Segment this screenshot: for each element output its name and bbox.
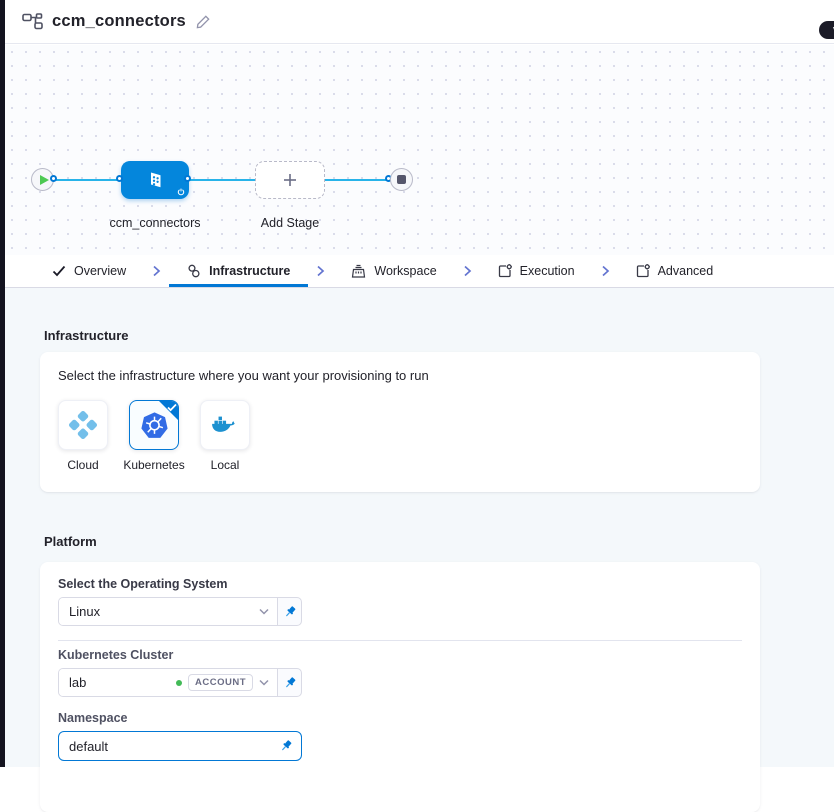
os-select[interactable]: Linux [59, 598, 278, 625]
cluster-runtime-pin-button[interactable] [278, 669, 301, 696]
cluster-select-group: lab ACCOUNT [58, 668, 302, 697]
infrastructure-options: Cloud [58, 400, 742, 472]
chevron-down-icon [259, 679, 269, 686]
start-port [50, 175, 57, 182]
infrastructure-prompt: Select the infrastructure where you want… [58, 368, 742, 383]
check-icon [52, 265, 66, 277]
stage-out-port [184, 175, 191, 182]
execution-icon [498, 264, 512, 278]
selected-check-icon [159, 401, 178, 420]
infrastructure-section-title: Infrastructure [44, 328, 129, 343]
chevron-right-icon [152, 265, 161, 277]
chevron-right-icon [463, 265, 472, 277]
connector-status-dot [176, 680, 182, 686]
stage-node-ccm-connectors[interactable] [121, 161, 189, 199]
pipeline-canvas[interactable]: ccm_connectors Add Stage [5, 45, 834, 255]
infra-option-kubernetes[interactable]: Kubernetes [129, 400, 179, 472]
tab-overview[interactable]: Overview [32, 255, 146, 287]
infrastructure-icon [187, 264, 201, 278]
pin-icon [283, 605, 297, 619]
namespace-input[interactable]: default [58, 731, 302, 761]
pipeline-end-node[interactable] [390, 168, 413, 191]
os-runtime-pin-button[interactable] [278, 598, 301, 625]
docker-icon [211, 414, 239, 436]
chevron-right-icon [316, 265, 325, 277]
play-icon [40, 175, 49, 185]
tab-workspace[interactable]: Workspace [331, 255, 456, 287]
divider [58, 640, 742, 641]
workspace-icon [351, 264, 366, 278]
stage-label: ccm_connectors [105, 216, 205, 230]
pipeline-title: ccm_connectors [52, 12, 186, 31]
scope-badge: ACCOUNT [188, 674, 253, 691]
os-select-group: Linux [58, 597, 302, 626]
pin-icon [279, 739, 293, 753]
tab-advanced[interactable]: Advanced [616, 255, 734, 287]
pipeline-header: ccm_connectors VISUAL [5, 0, 834, 44]
pipeline-icon [22, 13, 43, 30]
infrastructure-card: Select the infrastructure where you want… [40, 352, 760, 492]
add-stage-label: Add Stage [250, 216, 330, 230]
visual-yaml-toggle[interactable]: VISUAL [819, 21, 834, 39]
namespace-field-label: Namespace [58, 711, 742, 725]
stage-config-tabbar: Overview Infrastructure Workspace Execut… [5, 255, 834, 288]
tab-infrastructure[interactable]: Infrastructure [167, 255, 310, 287]
platform-card: Select the Operating System Linux K [40, 562, 760, 812]
add-stage-button[interactable] [255, 161, 325, 199]
chevron-right-icon [601, 265, 610, 277]
infra-option-local[interactable]: Local [200, 400, 250, 472]
plus-icon [281, 171, 299, 189]
chevron-down-icon [259, 608, 269, 615]
tab-execution[interactable]: Execution [478, 255, 595, 287]
stop-icon [397, 175, 406, 184]
infrastructure-panel: Infrastructure Select the infrastructure… [5, 288, 834, 767]
cluster-field-label: Kubernetes Cluster [58, 648, 742, 662]
conditional-execution-icon [177, 188, 185, 196]
stage-type-icon [143, 168, 167, 192]
stage-in-port [116, 175, 123, 182]
os-field-label: Select the Operating System [58, 577, 742, 591]
pin-icon [283, 676, 297, 690]
cluster-select[interactable]: lab ACCOUNT [59, 669, 278, 696]
connector-line [54, 179, 392, 181]
platform-section-title: Platform [44, 534, 97, 549]
cloud-icon [68, 410, 98, 440]
edit-pipeline-icon[interactable] [196, 14, 211, 29]
namespace-runtime-pin-button[interactable] [277, 739, 295, 753]
infra-option-cloud[interactable]: Cloud [58, 400, 108, 472]
advanced-icon [636, 264, 650, 278]
